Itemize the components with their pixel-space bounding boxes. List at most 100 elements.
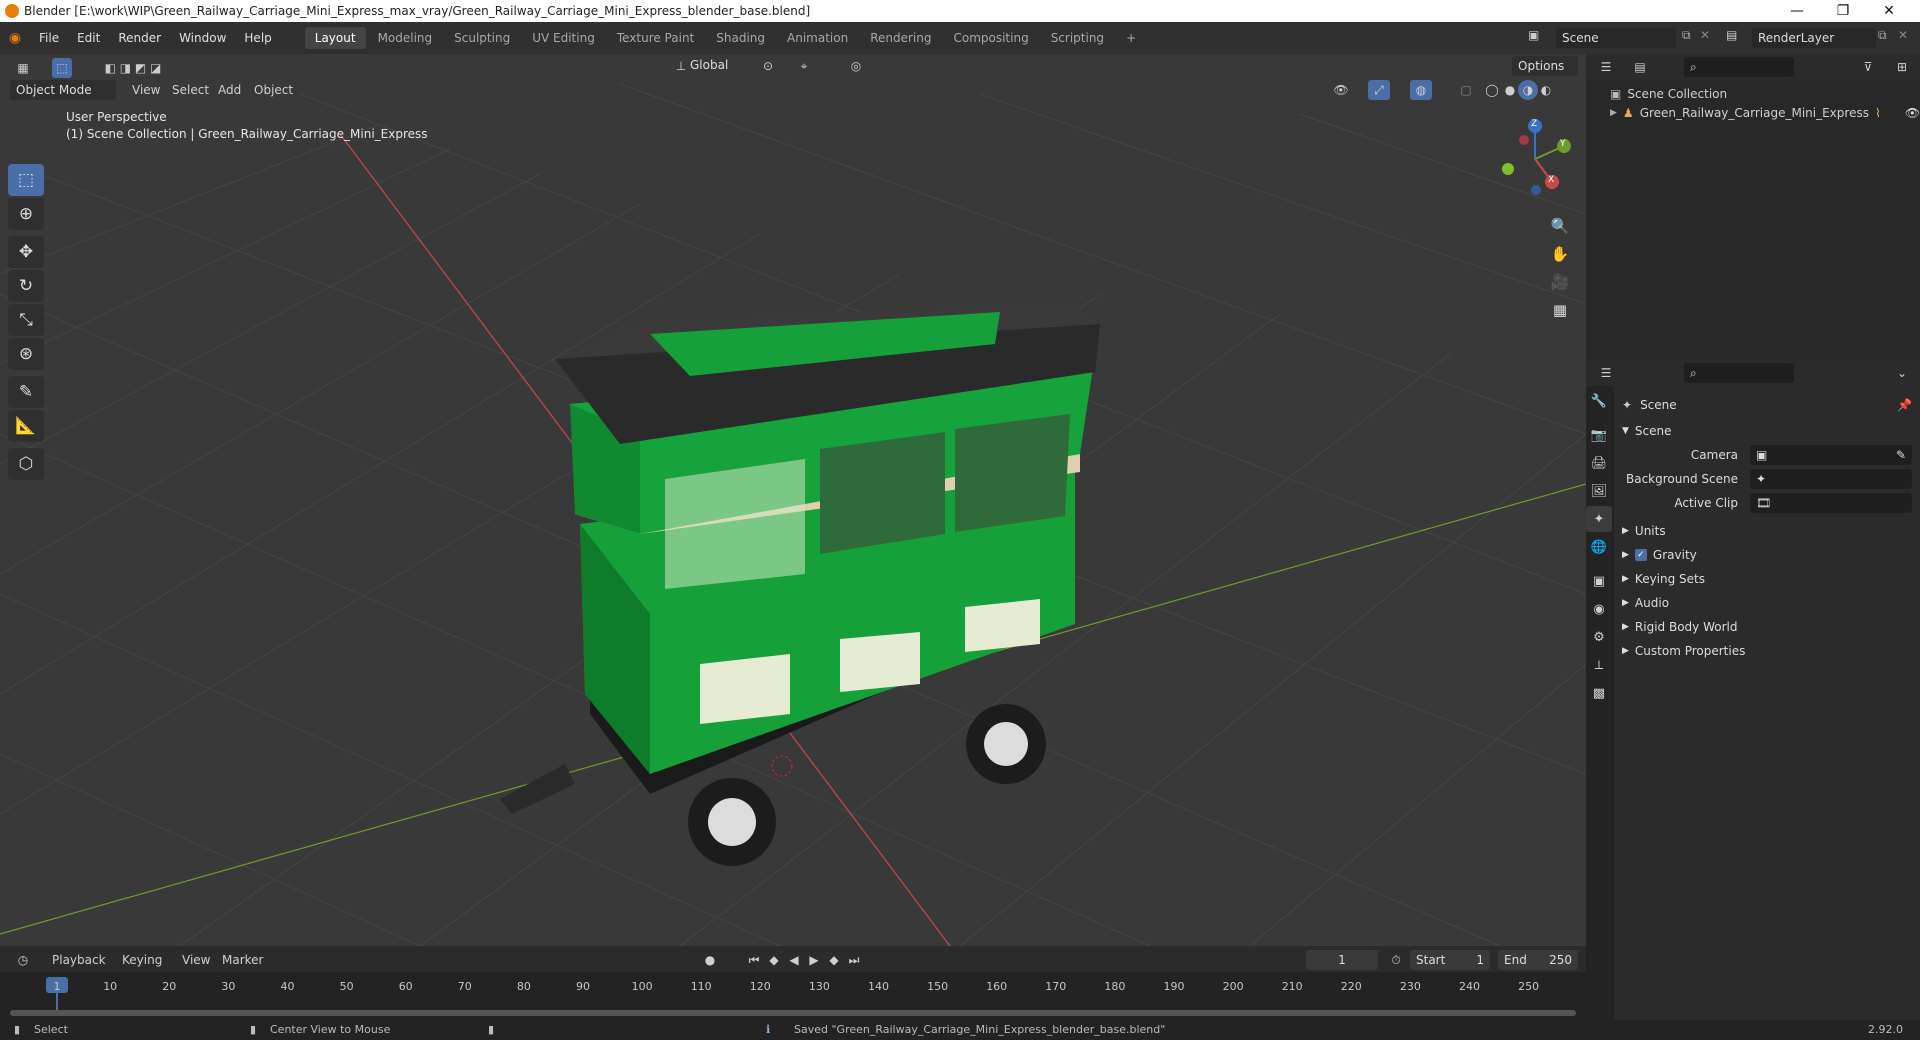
active-clip-field[interactable]: 🎞 bbox=[1750, 493, 1912, 513]
outliner-item[interactable]: ▶ ♟ Green_Railway_Carriage_Mini_Express … bbox=[1610, 106, 1920, 120]
menu-add[interactable]: Add bbox=[218, 83, 241, 97]
background-scene-field[interactable]: ✦ bbox=[1750, 469, 1912, 489]
texture-tab-icon[interactable]: ▩ bbox=[1586, 680, 1612, 706]
object-tab-icon[interactable]: ▣ bbox=[1586, 568, 1612, 594]
scene-panel-header[interactable]: ▼ Scene bbox=[1622, 420, 1912, 442]
options-dropdown[interactable]: Options bbox=[1512, 56, 1578, 76]
shading-solid-icon[interactable]: ● bbox=[1500, 80, 1520, 100]
menu-select[interactable]: Select bbox=[172, 83, 209, 97]
play-icon[interactable]: ▶ bbox=[804, 950, 824, 970]
camera-field[interactable]: ▣ ✎ bbox=[1750, 445, 1912, 465]
next-keyframe-icon[interactable]: ◆ bbox=[824, 950, 844, 970]
section-rigid-body-world[interactable]: ▶ Rigid Body World bbox=[1622, 616, 1912, 638]
restore-button[interactable]: ❐ bbox=[1820, 0, 1866, 22]
cursor-tool-icon[interactable]: ⊕ bbox=[8, 198, 44, 230]
outliner-editor-icon[interactable]: ☰ bbox=[1592, 57, 1620, 77]
physics-tab-icon[interactable]: ◉ bbox=[1586, 596, 1612, 622]
world-tab-icon[interactable]: 🌐 bbox=[1586, 534, 1612, 560]
measure-tool-icon[interactable]: 📐 bbox=[8, 410, 44, 442]
perspective-grid-icon[interactable]: ▦ bbox=[1546, 296, 1574, 324]
tool-tab-icon[interactable]: 🔧 bbox=[1586, 388, 1612, 414]
minimize-button[interactable]: — bbox=[1774, 0, 1820, 22]
select-tool-icon[interactable]: ⬚ bbox=[8, 164, 44, 196]
tab-texture-paint[interactable]: Texture Paint bbox=[607, 27, 704, 49]
section-units[interactable]: ▶ Units bbox=[1622, 520, 1912, 542]
remove-scene-icon[interactable]: ✕ bbox=[1700, 28, 1710, 42]
tab-modeling[interactable]: Modeling bbox=[368, 27, 443, 49]
viewport-3d[interactable]: ▦ ⬚ ◧ ◨ ◩ ◪ ⊥ Global ⊙ ⌖ ◎ Options Objec… bbox=[0, 54, 1586, 946]
snap-icon[interactable]: ⌖ bbox=[792, 56, 816, 76]
render-layer-field[interactable]: RenderLayer bbox=[1752, 28, 1876, 48]
display-mode-icon[interactable]: ▤ bbox=[1626, 57, 1654, 77]
data-tab-icon[interactable]: ⟂ bbox=[1586, 652, 1612, 678]
camera-view-icon[interactable]: 🎥 bbox=[1546, 268, 1574, 296]
timeline-scrollbar[interactable] bbox=[10, 1010, 1576, 1016]
section-audio[interactable]: ▶ Audio bbox=[1622, 592, 1912, 614]
end-frame-field[interactable]: End 250 bbox=[1498, 950, 1578, 970]
tab-layout[interactable]: Layout bbox=[304, 27, 366, 49]
pin-icon[interactable]: 📌 bbox=[1897, 398, 1912, 412]
view-layer-tab-icon[interactable]: 🖼 bbox=[1586, 478, 1612, 504]
remove-render-layer-icon[interactable]: ✕ bbox=[1898, 28, 1908, 42]
annotate-tool-icon[interactable]: ✎ bbox=[8, 376, 44, 408]
jump-start-icon[interactable]: ⏮ bbox=[744, 950, 764, 970]
scale-tool-icon[interactable]: ⤡ bbox=[8, 304, 44, 336]
properties-editor-icon[interactable]: ☰ bbox=[1592, 363, 1620, 383]
tab-rendering[interactable]: Rendering bbox=[860, 27, 941, 49]
add-cube-tool-icon[interactable]: ⬡ bbox=[8, 448, 44, 480]
scene-field[interactable]: Scene bbox=[1556, 28, 1676, 48]
tab-scripting[interactable]: Scripting bbox=[1041, 27, 1114, 49]
start-frame-field[interactable]: Start 1 bbox=[1410, 950, 1490, 970]
menu-marker[interactable]: Marker bbox=[222, 953, 263, 967]
navigation-gizmo[interactable]: Z Y X bbox=[1490, 114, 1580, 204]
gravity-checkbox[interactable]: ✓ bbox=[1634, 549, 1647, 561]
scene-selector-icon[interactable]: ▣ bbox=[1528, 28, 1539, 42]
menu-render[interactable]: Render bbox=[109, 31, 170, 45]
close-button[interactable]: ✕ bbox=[1866, 0, 1912, 22]
outliner-search-input[interactable]: ⌕ bbox=[1684, 57, 1794, 77]
object-mode-dropdown[interactable]: Object Mode bbox=[10, 80, 116, 100]
pan-hand-icon[interactable]: ✋ bbox=[1546, 240, 1574, 268]
editor-type-icon[interactable]: ▦ bbox=[8, 58, 38, 78]
move-tool-icon[interactable]: ✥ bbox=[8, 236, 44, 268]
eye-icon[interactable]: 👁 bbox=[1905, 106, 1920, 120]
expand-arrow-icon[interactable]: ▶ bbox=[1610, 108, 1617, 118]
overlay-toggle-icon[interactable]: ◍ bbox=[1410, 80, 1432, 100]
menu-help[interactable]: Help bbox=[235, 31, 280, 45]
chevron-down-icon[interactable]: ⌄ bbox=[1890, 363, 1914, 383]
menu-edit[interactable]: Edit bbox=[68, 31, 109, 45]
menu-window[interactable]: Window bbox=[170, 31, 235, 45]
scene-tab-icon[interactable]: ✦ bbox=[1586, 506, 1612, 532]
constraints-tab-icon[interactable]: ⚙ bbox=[1586, 624, 1612, 650]
render-tab-icon[interactable]: 📷 bbox=[1586, 422, 1612, 448]
xray-toggle-icon[interactable]: ▢ bbox=[1456, 80, 1476, 100]
tab-uv-editing[interactable]: UV Editing bbox=[522, 27, 605, 49]
menu-object[interactable]: Object bbox=[254, 83, 293, 97]
new-scene-icon[interactable]: ⧉ bbox=[1682, 28, 1691, 43]
visibility-icon[interactable]: 👁 bbox=[1330, 80, 1352, 100]
select-box-icon[interactable]: ⬚ bbox=[52, 58, 72, 78]
proportional-edit-icon[interactable]: ◎ bbox=[846, 56, 866, 76]
record-icon[interactable]: ● bbox=[700, 950, 720, 970]
timeline-editor-icon[interactable]: ◷ bbox=[8, 950, 38, 970]
transform-tool-icon[interactable]: ⊛ bbox=[8, 338, 44, 370]
zoom-icon[interactable]: 🔍 bbox=[1546, 212, 1574, 240]
menu-playback[interactable]: Playback bbox=[52, 953, 106, 967]
tab-shading[interactable]: Shading bbox=[706, 27, 775, 49]
menu-file[interactable]: File bbox=[30, 31, 68, 45]
pivot-point-icon[interactable]: ⊙ bbox=[756, 56, 780, 76]
tab-sculpting[interactable]: Sculpting bbox=[444, 27, 520, 49]
filter-icon[interactable]: ⊽ bbox=[1854, 57, 1882, 77]
section-keying-sets[interactable]: ▶ Keying Sets bbox=[1622, 568, 1912, 590]
properties-search-input[interactable]: ⌕ bbox=[1684, 363, 1794, 383]
shading-rendered-icon[interactable]: ◐ bbox=[1536, 80, 1556, 100]
new-collection-icon[interactable]: ⊞ bbox=[1890, 57, 1914, 77]
blender-menu-icon[interactable]: ◉ bbox=[0, 30, 30, 46]
add-workspace-button[interactable]: + bbox=[1116, 27, 1146, 49]
jump-end-icon[interactable]: ⏭ bbox=[844, 950, 864, 970]
current-frame-field[interactable]: 1 bbox=[1306, 950, 1378, 970]
shading-material-icon[interactable]: ◑ bbox=[1518, 80, 1538, 100]
transform-orientation-dropdown[interactable]: Global bbox=[690, 58, 728, 72]
clock-icon[interactable]: ⏱ bbox=[1386, 950, 1406, 970]
new-render-layer-icon[interactable]: ⧉ bbox=[1878, 28, 1887, 43]
